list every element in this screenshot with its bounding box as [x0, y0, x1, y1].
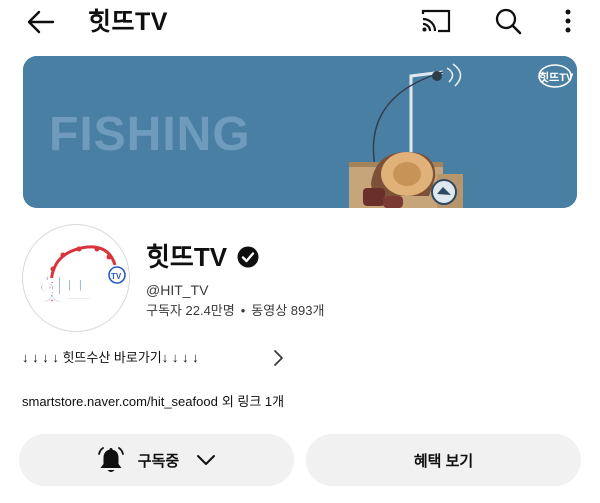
cast-icon — [421, 9, 451, 33]
channel-name-row: 힛뜨TV — [146, 240, 259, 274]
channel-links[interactable]: smartstore.naver.com/hit_seafood 외 링크 1개 — [22, 393, 284, 411]
stats-separator: • — [240, 303, 246, 318]
subscribe-label: 구독중 — [137, 452, 180, 470]
top-app-bar: 힛뜨TV — [0, 0, 600, 44]
search-button[interactable] — [488, 4, 528, 38]
chevron-down-icon — [197, 455, 216, 465]
avatar-text: 힛뜨 — [37, 274, 92, 309]
more-options-button[interactable] — [552, 4, 584, 38]
cast-button[interactable] — [416, 4, 456, 38]
svg-text:힛뜨TV: 힛뜨TV — [539, 70, 574, 84]
link-url[interactable]: smartstore.naver.com/hit_seafood — [22, 393, 218, 411]
page-title: 힛뜨TV — [88, 8, 168, 36]
back-button[interactable] — [22, 6, 58, 38]
bell-icon — [97, 447, 124, 472]
banner-text: FISHING — [49, 108, 251, 161]
benefits-button[interactable]: 혜택 보기 — [306, 434, 581, 486]
chevron-right-icon — [274, 350, 283, 366]
channel-description[interactable]: ↓ ↓ ↓ ↓ 힛뜨수산 바로가기↓ ↓ ↓ ↓ — [22, 346, 283, 370]
description-text: ↓ ↓ ↓ ↓ 힛뜨수산 바로가기↓ ↓ ↓ ↓ — [22, 350, 199, 365]
channel-banner: FISHING 힛뜨TV — [23, 56, 577, 208]
link-more[interactable]: 외 링크 1개 — [222, 393, 284, 411]
channel-stats: 구독자 22.4만명 • 동영상 893개 — [146, 302, 324, 320]
arrow-left-icon — [27, 10, 55, 34]
search-icon — [495, 8, 522, 35]
channel-name: 힛뜨TV — [146, 242, 228, 272]
subscribe-button[interactable]: 구독중 — [19, 434, 294, 486]
channel-handle: @HIT_TV — [146, 282, 209, 298]
more-vertical-icon — [565, 9, 571, 33]
channel-avatar[interactable]: 힛뜨 TV — [22, 224, 130, 332]
channel-page: 힛뜨TV FISHING 힛뜨TV 힛뜨 TV 힛뜨TV @HIT_TV 구독자… — [0, 0, 600, 503]
benefits-label: 혜택 보기 — [413, 452, 474, 470]
verified-check-icon — [237, 246, 259, 268]
video-count: 동영상 893개 — [251, 303, 325, 318]
avatar-badge: TV — [111, 272, 122, 281]
subscriber-count: 구독자 22.4만명 — [146, 303, 235, 318]
